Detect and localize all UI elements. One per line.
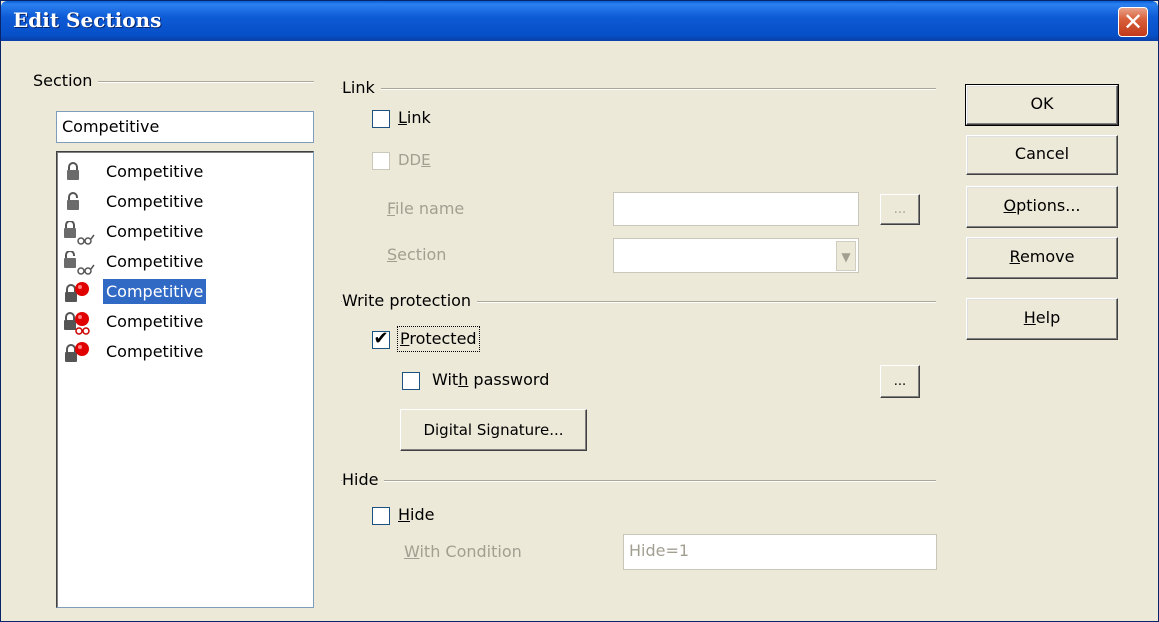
section-list-item[interactable]: Competitive [62,307,302,337]
section-list-item-label: Competitive [106,192,204,211]
hide-checkbox-label[interactable]: Hide [398,503,434,527]
remove-button[interactable]: Remove [966,237,1118,279]
condition-input[interactable]: Hide=1 [623,534,937,570]
with-password-checkbox[interactable] [402,372,420,390]
hide-group-label: Hide [342,470,385,489]
title-bar[interactable]: Edit Sections ✕ [1,1,1158,41]
section-list-item-label: Competitive [106,312,204,331]
section-list-item-label: Competitive [106,252,204,271]
link-group-line [341,88,936,90]
file-browse-button[interactable]: ... [880,194,920,225]
link-checkbox-label[interactable]: Link [398,106,431,130]
close-icon: ✕ [1122,8,1144,36]
lock-open-link-icon [62,250,102,275]
section-list-item[interactable]: Competitive [62,217,302,247]
link-section-label: Section [387,245,447,264]
section-list-item-label: Competitive [106,222,204,241]
dialog-title: Edit Sections [13,8,162,32]
ok-button[interactable]: OK [966,85,1118,125]
cancel-button[interactable]: Cancel [966,135,1118,175]
chevron-down-icon[interactable]: ▼ [836,241,856,271]
section-group-label: Section [33,71,99,90]
with-password-label[interactable]: With password [432,368,549,392]
lock-closed-icon [62,161,102,185]
section-name-input[interactable]: Competitive [56,111,314,143]
help-button[interactable]: Help [966,298,1118,340]
lock-hidden-link-icon [62,311,102,335]
lock-hidden-icon [62,281,102,305]
link-group-label: Link [342,78,381,97]
protected-checkbox-label[interactable]: Protected [397,326,480,352]
hide-checkbox[interactable] [372,507,390,525]
lock-closed-link-icon [62,220,102,245]
edit-sections-dialog: Edit Sections ✕ Section Competitive Comp… [0,0,1159,622]
dde-checkbox-label[interactable]: DDE [398,148,431,172]
hide-group-line [341,480,936,482]
section-list-item[interactable]: Competitive [62,157,302,187]
file-name-label: File name [387,199,465,218]
lock-open-icon [62,191,102,215]
lock-hidden-icon [62,341,102,365]
digital-signature-button[interactable]: Digital Signature... [400,409,587,451]
section-list[interactable]: Competitive Competitive Competitive Competi… [56,151,314,608]
dde-checkbox[interactable] [372,152,390,170]
link-section-select[interactable]: ▼ [613,238,859,273]
section-list-item[interactable]: Competitive [62,187,302,217]
options-button[interactable]: Options... [966,186,1118,228]
section-list-item[interactable]: Competitive [62,337,302,367]
write-protection-group-label: Write protection [342,291,478,310]
close-button[interactable]: ✕ [1118,7,1148,37]
password-button[interactable]: ... [880,365,920,398]
checkmark-icon: ✔ [373,328,389,349]
section-list-item-label: Competitive [106,342,204,361]
section-list-item-label: Competitive [106,162,204,181]
section-list-item[interactable]: Competitive [62,277,302,307]
with-condition-label: With Condition [404,542,522,561]
link-checkbox[interactable] [372,110,390,128]
protected-checkbox[interactable]: ✔ [372,328,390,349]
section-list-item-label: Competitive [101,278,208,305]
file-name-input[interactable] [613,192,859,226]
section-list-item[interactable]: Competitive [62,247,302,277]
